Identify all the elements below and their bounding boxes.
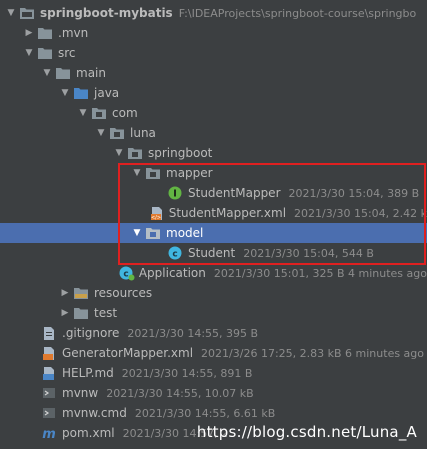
tree-item-label: HELP.md bbox=[62, 366, 114, 380]
tree-item-label: springboot bbox=[148, 146, 213, 160]
tree-item-label: java bbox=[94, 86, 120, 100]
maven-file-icon: m bbox=[40, 425, 58, 441]
tree-row-main[interactable]: ▼ main bbox=[0, 63, 427, 83]
file-meta: 2021/3/30 15:04, 544 B bbox=[243, 246, 374, 260]
tree-row-resources[interactable]: ▶ resources bbox=[0, 283, 427, 303]
tree-item-label: .gitignore bbox=[62, 326, 120, 340]
chevron-down-icon[interactable]: ▼ bbox=[76, 108, 90, 118]
file-meta: 2021/3/30 14:55, 891 B bbox=[121, 366, 253, 380]
folder-icon bbox=[36, 45, 54, 61]
tree-row-studentmapper[interactable]: StudentMapper 2021/3/30 15:04, 389 B bbox=[0, 183, 427, 203]
tree-item-label: mvnw bbox=[62, 386, 99, 400]
tree-row-luna[interactable]: ▼ luna bbox=[0, 123, 427, 143]
svg-text:</>: </> bbox=[151, 215, 161, 221]
tree-row-java[interactable]: ▼ java bbox=[0, 83, 427, 103]
xml-file-icon bbox=[40, 345, 58, 361]
svg-text:m: m bbox=[42, 427, 56, 440]
tree-row-springboot[interactable]: ▼ springboot bbox=[0, 143, 427, 163]
tree-item-label: com bbox=[112, 106, 138, 120]
project-path: F:\IDEAProjects\springboot-course\spring… bbox=[178, 6, 417, 20]
tree-row-partial bbox=[0, 443, 427, 449]
source-folder-icon bbox=[72, 85, 90, 101]
package-icon bbox=[144, 225, 162, 241]
tree-row-application[interactable]: c Application 2021/3/30 15:01, 325 B 4 m… bbox=[0, 263, 427, 283]
watermark-text: https://blog.csdn.net/Luna_A bbox=[196, 423, 417, 441]
chevron-down-icon[interactable]: ▼ bbox=[22, 48, 36, 58]
tree-row-studentmapper-xml[interactable]: </> StudentMapper.xml 2021/3/30 15:04, 2… bbox=[0, 203, 427, 223]
tree-item-label: mvnw.cmd bbox=[62, 406, 127, 420]
tree-item-label: luna bbox=[130, 126, 156, 140]
tree-item-label: pom.xml bbox=[62, 426, 115, 440]
tree-row-generatormapper-xml[interactable]: GeneratorMapper.xml 2021/3/26 17:25, 2.8… bbox=[0, 343, 427, 363]
chevron-down-icon[interactable]: ▼ bbox=[130, 228, 144, 238]
tree-row-model[interactable]: ▼ model bbox=[0, 223, 427, 243]
file-meta: 2021/3/26 17:25, 2.83 kB 6 minutes ago bbox=[201, 346, 425, 360]
svg-text:c: c bbox=[172, 250, 177, 260]
svg-text:c: c bbox=[123, 269, 128, 279]
tree-item-label: Student bbox=[188, 246, 236, 260]
chevron-down-icon[interactable]: ▼ bbox=[94, 128, 108, 138]
tree-row-gitignore[interactable]: .gitignore 2021/3/30 14:55, 395 B bbox=[0, 323, 427, 343]
tree-item-label: GeneratorMapper.xml bbox=[62, 346, 194, 360]
spring-boot-class-icon: c bbox=[119, 265, 135, 281]
chevron-right-icon[interactable]: ▶ bbox=[58, 308, 72, 318]
tree-row-test[interactable]: ▶ test bbox=[0, 303, 427, 323]
tree-item-label: test bbox=[94, 306, 118, 320]
package-icon bbox=[144, 165, 162, 181]
chevron-down-icon[interactable]: ▼ bbox=[58, 88, 72, 98]
class-icon: c bbox=[166, 245, 184, 261]
tree-item-label: model bbox=[166, 226, 204, 240]
shell-file-icon bbox=[40, 385, 58, 401]
folder-icon bbox=[72, 305, 90, 321]
tree-row-mvnw[interactable]: mvnw 2021/3/30 14:55, 10.07 kB bbox=[0, 383, 427, 403]
markdown-file-icon bbox=[40, 365, 58, 381]
text-file-icon bbox=[40, 325, 58, 341]
package-icon bbox=[108, 125, 126, 141]
tree-item-label: StudentMapper bbox=[188, 186, 281, 200]
folder-icon bbox=[36, 25, 54, 41]
tree-row-help-md[interactable]: HELP.md 2021/3/30 14:55, 891 B bbox=[0, 363, 427, 383]
file-meta: 2021/3/30 14:55, 6.61 kB bbox=[134, 406, 276, 420]
interface-icon bbox=[166, 185, 184, 201]
tree-item-label: .mvn bbox=[58, 26, 89, 40]
file-meta: 2021/3/30 15:04, 2.42 k bbox=[294, 206, 427, 220]
tree-row-mvn[interactable]: ▶ .mvn bbox=[0, 23, 427, 43]
project-tree: ▼ springboot-mybatis F:\IDEAProjects\spr… bbox=[0, 0, 427, 449]
project-folder-icon bbox=[18, 5, 36, 21]
file-meta: 2021/3/30 14:55, 10.07 kB bbox=[106, 386, 254, 400]
tree-row-com[interactable]: ▼ com bbox=[0, 103, 427, 123]
tree-item-label: StudentMapper.xml bbox=[168, 206, 287, 220]
tree-row-mapper[interactable]: ▼ mapper bbox=[0, 163, 427, 183]
xml-file-icon: </> bbox=[149, 205, 165, 221]
file-meta: 2021/3/30 15:04, 389 B bbox=[288, 186, 420, 200]
tree-item-label: main bbox=[76, 66, 106, 80]
project-name: springboot-mybatis bbox=[40, 6, 173, 20]
folder-icon bbox=[54, 65, 72, 81]
chevron-down-icon[interactable]: ▼ bbox=[130, 168, 144, 178]
file-meta: 2021/3/30 14:55, 395 B bbox=[127, 326, 259, 340]
tree-item-label: Application bbox=[138, 266, 206, 280]
shell-file-icon bbox=[40, 405, 58, 421]
package-icon bbox=[126, 145, 144, 161]
package-icon bbox=[90, 105, 108, 121]
chevron-down-icon[interactable]: ▼ bbox=[4, 8, 18, 18]
tree-row-mvnw-cmd[interactable]: mvnw.cmd 2021/3/30 14:55, 6.61 kB bbox=[0, 403, 427, 423]
tree-row-src[interactable]: ▼ src bbox=[0, 43, 427, 63]
tree-row-project-root[interactable]: ▼ springboot-mybatis F:\IDEAProjects\spr… bbox=[0, 3, 427, 23]
tree-row-student[interactable]: c Student 2021/3/30 15:04, 544 B bbox=[0, 243, 427, 263]
chevron-down-icon[interactable]: ▼ bbox=[112, 148, 126, 158]
file-meta: 2021/3/30 15:01, 325 B 4 minutes ago bbox=[213, 266, 427, 280]
tree-item-label: mapper bbox=[166, 166, 213, 180]
chevron-right-icon[interactable]: ▶ bbox=[58, 288, 72, 298]
resources-folder-icon bbox=[72, 285, 90, 301]
chevron-down-icon[interactable]: ▼ bbox=[40, 68, 54, 78]
chevron-right-icon[interactable]: ▶ bbox=[22, 28, 36, 38]
tree-item-label: resources bbox=[94, 286, 153, 300]
tree-item-label: src bbox=[58, 46, 76, 60]
